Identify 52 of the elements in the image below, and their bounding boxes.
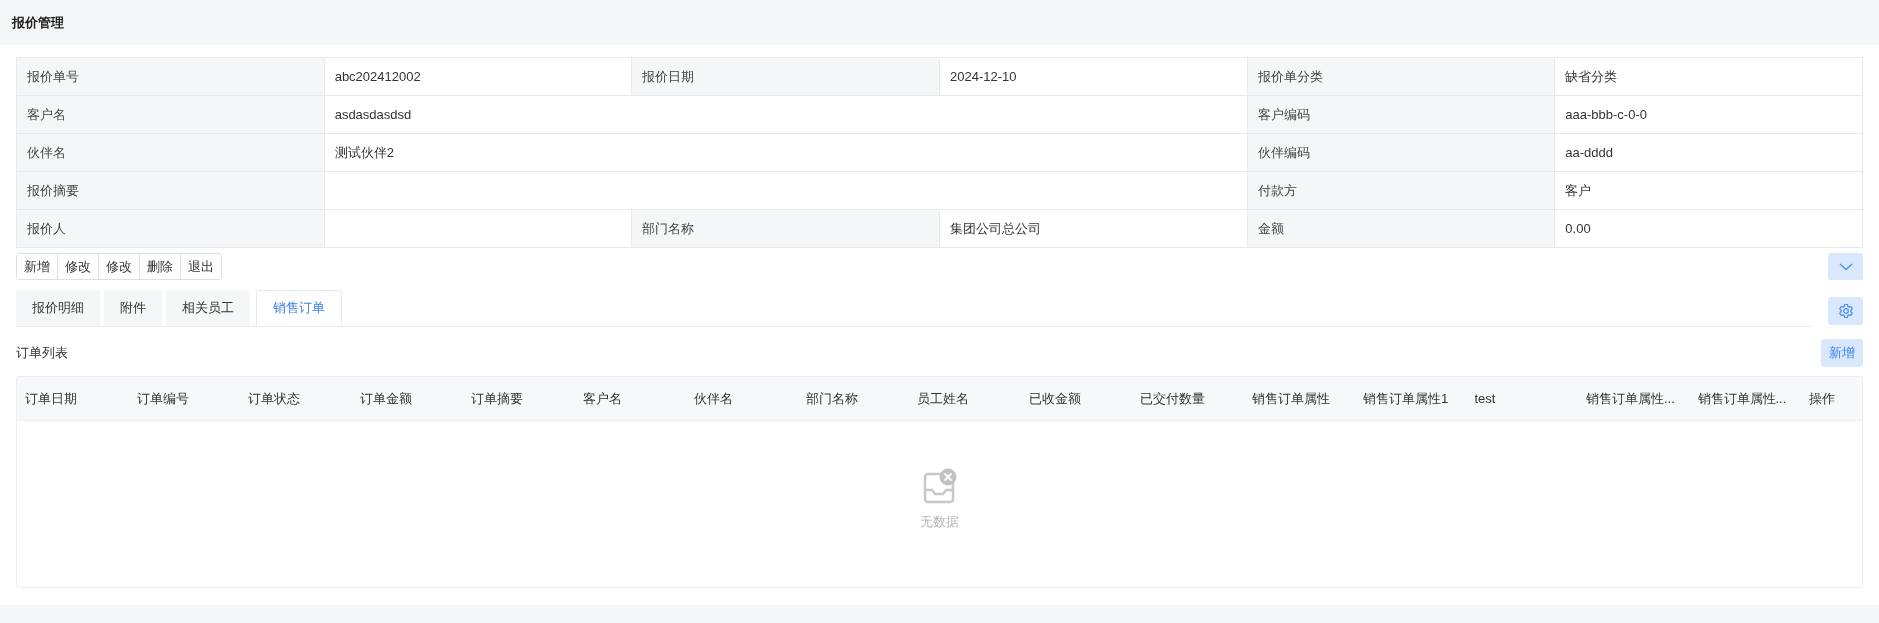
field-value: 0.00	[1555, 210, 1863, 248]
column-header: 订单编号	[136, 391, 189, 406]
page-title: 报价管理	[12, 13, 64, 32]
empty-inbox-icon	[922, 468, 957, 505]
field-label: 客户名	[17, 96, 325, 134]
column-header: 订单状态	[248, 391, 300, 406]
empty-state-text: 无数据	[920, 513, 959, 532]
column-header: 已交付数量	[1140, 391, 1205, 406]
field-label: 伙伴编码	[1247, 134, 1556, 172]
toolbar-button[interactable]: 退出	[180, 254, 221, 279]
field-value: 集团公司总公司	[940, 210, 1248, 248]
column-header: 订单金额	[359, 391, 412, 406]
column-header: 销售订单属性...	[1586, 391, 1675, 406]
tab[interactable]: 附件	[104, 290, 162, 326]
collapse-button[interactable]	[1828, 253, 1863, 280]
tab[interactable]: 报价明细	[16, 290, 100, 326]
field-label: 报价单分类	[1247, 58, 1556, 96]
field-value: aa-dddd	[1555, 134, 1863, 172]
chevron-down-icon	[1838, 262, 1853, 271]
column-header: 销售订单属性	[1251, 391, 1330, 406]
field-value: 2024-12-10	[940, 58, 1248, 96]
field-label: 报价日期	[632, 58, 940, 96]
settings-button[interactable]	[1828, 297, 1863, 325]
column-header: 订单日期	[25, 391, 77, 406]
field-label: 付款方	[1247, 172, 1556, 210]
field-label: 报价单号	[17, 58, 325, 96]
list-title: 订单列表	[16, 344, 68, 363]
column-header: 订单摘要	[471, 391, 523, 406]
column-header: 已收金额	[1028, 391, 1081, 406]
column-header: 客户名	[582, 391, 622, 406]
field-label: 部门名称	[632, 210, 940, 248]
settings-icon	[1837, 303, 1854, 319]
field-value: aaa-bbb-c-0-0	[1555, 96, 1863, 134]
field-value: asdasdasdsd	[324, 96, 1248, 134]
field-value: 测试伙伴2	[324, 134, 1248, 172]
column-header: 员工姓名	[917, 391, 969, 406]
field-value: 客户	[1555, 172, 1863, 210]
column-header: 伙伴名	[694, 391, 733, 406]
field-label: 报价人	[17, 210, 325, 248]
field-label: 客户编码	[1247, 96, 1556, 134]
column-header: 操作	[1809, 391, 1835, 406]
field-value: abc202412002	[324, 58, 633, 96]
column-header: test	[1474, 391, 1496, 406]
field-value: 缺省分类	[1555, 58, 1863, 96]
field-label: 金额	[1247, 210, 1556, 248]
column-header: 销售订单属性...	[1697, 391, 1787, 406]
field-label: 伙伴名	[17, 134, 325, 172]
field-label: 报价摘要	[17, 172, 325, 210]
tab[interactable]: 销售订单	[256, 290, 342, 326]
column-header: 部门名称	[805, 391, 858, 406]
column-header: 销售订单属性1	[1363, 391, 1449, 406]
tab[interactable]: 相关员工	[166, 290, 250, 326]
